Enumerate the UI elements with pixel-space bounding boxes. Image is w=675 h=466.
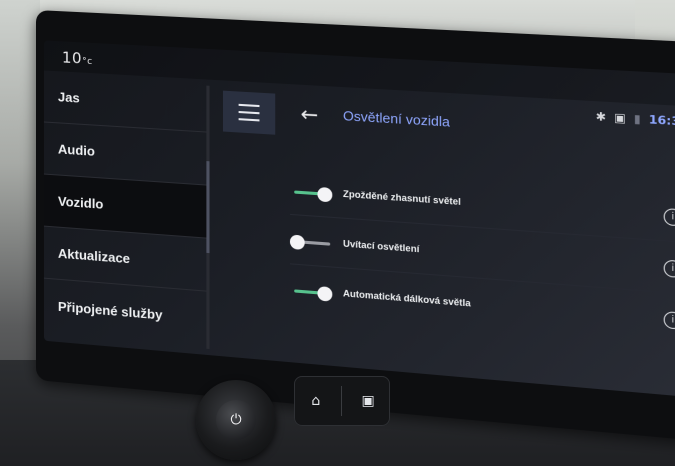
sidebar-item-label: Připojené služby [57, 298, 163, 323]
signal-icon: ▮ [633, 111, 641, 127]
infotainment-screen: 10°c Jas Audio Vozidlo Aktualizace Připo… [43, 40, 675, 399]
toggle-switch[interactable] [290, 185, 333, 203]
arrow-left-icon[interactable]: ← [301, 101, 319, 127]
toggle-switch[interactable] [289, 234, 332, 252]
setting-row-automaticka-dalkova: Automatická dálková světla i [290, 276, 675, 339]
sidebar-item-label: Vozidlo [57, 193, 104, 212]
button-separator [341, 386, 343, 416]
temperature-value: 10 [61, 48, 83, 68]
bluetooth-icon: ✱ [595, 109, 607, 125]
home-icon[interactable]: ⌂ [298, 393, 334, 409]
setting-label: Uvítací osvětlení [342, 238, 420, 255]
sidebar-item-label: Audio [57, 141, 95, 159]
sidebar-item-label: Jas [57, 89, 80, 106]
hamburger-menu-icon[interactable] [222, 90, 276, 135]
car-icon[interactable]: ▣ [350, 393, 386, 409]
temperature-unit: °c [82, 56, 93, 68]
sidebar-scrollbar-thumb[interactable] [206, 161, 210, 254]
clock: 16:33 [648, 112, 675, 129]
car-icon: ▣ [614, 110, 626, 126]
info-icon[interactable]: i [663, 208, 675, 227]
info-icon[interactable]: i [663, 259, 675, 279]
setting-label: Zpožděné zhasnutí světel [342, 188, 461, 208]
info-icon[interactable]: i [663, 311, 675, 330]
status-bar: ✱ ▣ ▮ 16:33 [596, 110, 675, 129]
power-icon[interactable]: ⏻ [216, 400, 256, 440]
page-title: Osvětlení vozidla [342, 107, 450, 130]
toggle-switch[interactable] [290, 284, 333, 302]
sidebar-item-label: Aktualizace [57, 245, 131, 267]
hardware-button-panel: ⌂ ▣ [294, 376, 390, 426]
setting-label: Automatická dálková světla [342, 288, 471, 309]
outside-temperature: 10°c [62, 48, 93, 68]
settings-sidebar: Jas Audio Vozidlo Aktualizace Připojené … [43, 70, 207, 354]
